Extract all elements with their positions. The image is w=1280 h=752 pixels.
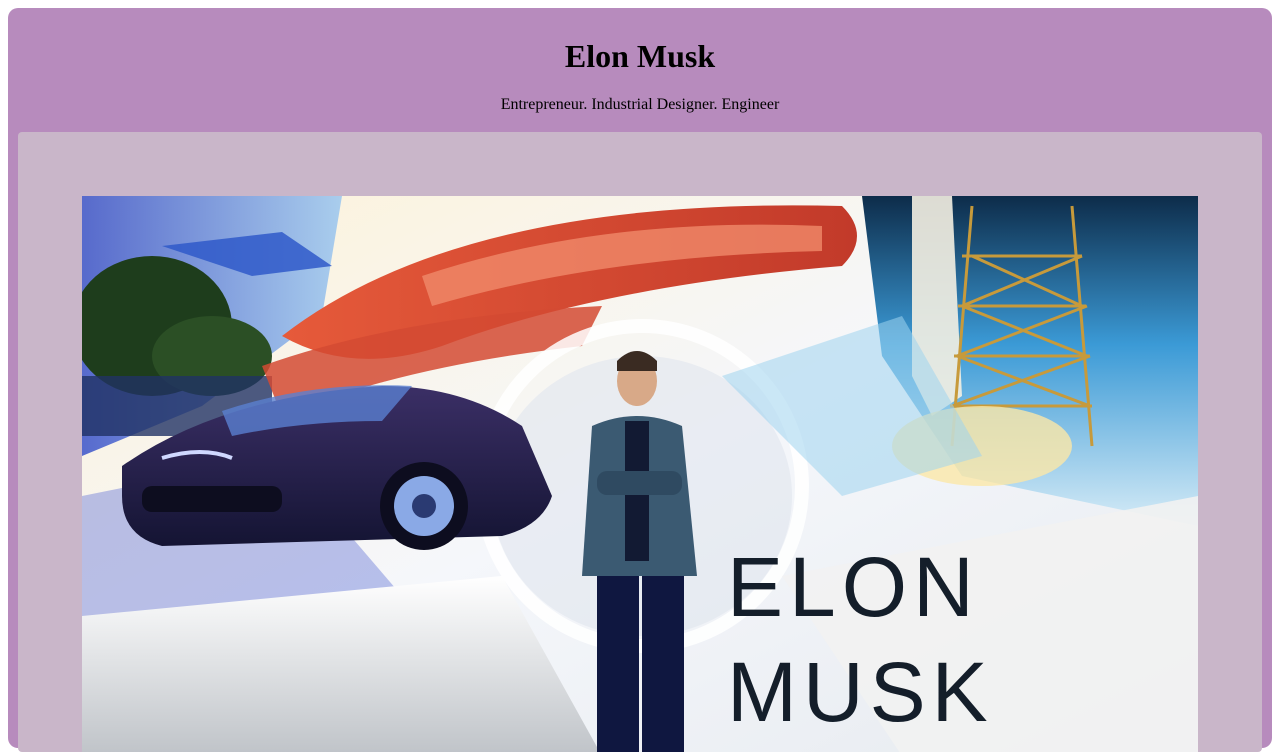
image-container: ELON MUSK — [18, 132, 1262, 752]
page-subtitle: Entrepreneur. Industrial Designer. Engin… — [500, 96, 780, 113]
tribute-page: Elon Musk Entrepreneur. Industrial Desig… — [8, 8, 1272, 752]
hero-overlay-line1: ELON — [727, 540, 980, 634]
page-title: Elon Musk — [564, 38, 716, 74]
hero-overlay-line2: MUSK — [727, 645, 994, 739]
hero-image: ELON MUSK — [82, 196, 1198, 752]
